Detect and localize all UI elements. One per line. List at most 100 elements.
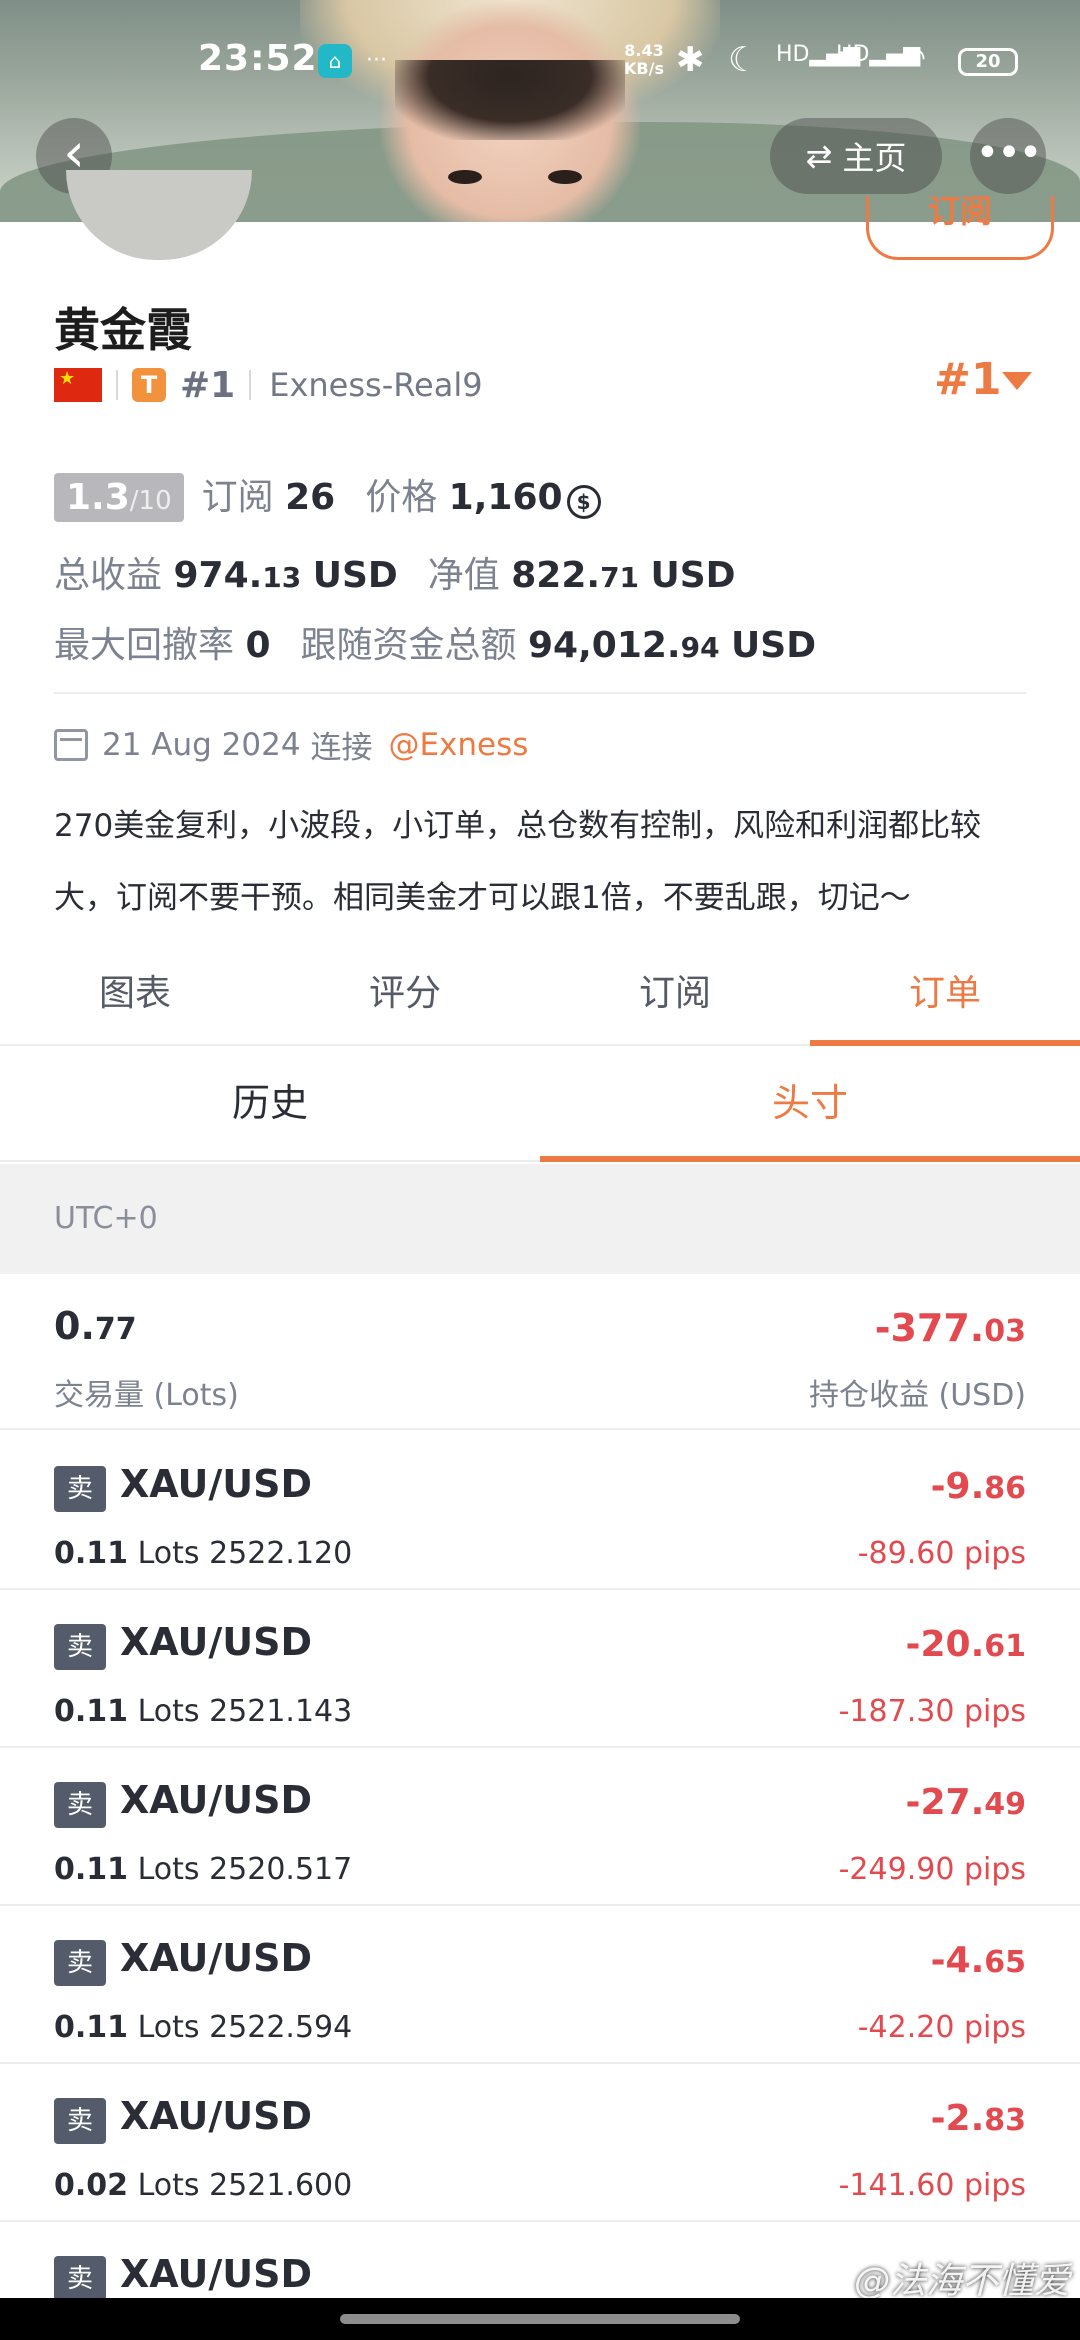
caret-down-icon[interactable]: [1002, 372, 1032, 390]
connection-info: 21 Aug 2024 连接 @Exness: [54, 722, 528, 767]
sell-badge: 卖: [54, 1624, 106, 1670]
more-options-button[interactable]: •••: [970, 118, 1046, 194]
total-lots-dec: 77: [94, 1312, 137, 1347]
follower-funds-dec: 94: [680, 631, 720, 664]
swap-icon: ⇄: [805, 137, 833, 175]
subscribe-button[interactable]: 订阅: [866, 196, 1054, 260]
order-lots: 0.11: [54, 1852, 129, 1887]
equity-int: 822.: [511, 555, 601, 596]
rank-label: #1: [180, 364, 236, 406]
total-profit-label: 总收益: [54, 555, 163, 596]
home-app-notification-icon: ⌂: [318, 44, 352, 78]
tier-badge: T: [132, 368, 166, 402]
floating-pnl: -377.03: [875, 1306, 1026, 1350]
order-lots: 0.11: [54, 1694, 129, 1729]
subtab-positions[interactable]: 头寸: [540, 1046, 1080, 1162]
tab-chart[interactable]: 图表: [0, 958, 270, 1044]
status-bar: 23:52 ⌂ ··· 8.43 KB/s ✱ ☾ HD▂▄▆ HD▂▄▆ ◠ …: [0, 0, 1080, 120]
home-gesture-handle[interactable]: [340, 2314, 740, 2324]
order-price: 2522.120: [209, 1536, 353, 1571]
home-button-label: 主页: [842, 139, 907, 177]
main-tabs: 图表 评分 订阅 订单: [0, 958, 1080, 1046]
total-lots-int: 0.: [54, 1304, 95, 1348]
trader-meta: T #1 Exness-Real9: [54, 362, 483, 408]
order-price: 2522.594: [209, 2010, 353, 2045]
order-subtabs: 历史 头寸: [0, 1046, 1080, 1162]
order-profit-dec: 86: [984, 1471, 1026, 1506]
subscriptions-count: 26: [285, 477, 336, 518]
equity-dec: 71: [600, 561, 640, 594]
total-profit-unit: USD: [312, 555, 398, 596]
equity-unit: USD: [650, 555, 736, 596]
sell-badge: 卖: [54, 1782, 106, 1828]
network-speed: 8.43 KB/s: [624, 42, 664, 78]
home-button[interactable]: ⇄ 主页: [770, 118, 942, 194]
strategy-description: 270美金复利，小波段，小订单，总仓数有控制，风险和利润都比较大，订阅不要干预。…: [54, 808, 982, 916]
calendar-icon: [54, 728, 88, 761]
order-symbol: XAU/USD: [120, 1620, 313, 1664]
subscriptions-label: 订阅: [201, 477, 274, 518]
total-profit-dec: 13: [262, 561, 302, 594]
order-lots: 0.02: [54, 2168, 129, 2203]
order-row[interactable]: 卖 XAU/USD 0.02 Lots 2521.600 -2.83 -141.…: [0, 2064, 1080, 2222]
tab-rating[interactable]: 评分: [270, 958, 540, 1044]
network-speed-unit: KB/s: [624, 59, 664, 78]
status-time: 23:52: [198, 38, 318, 79]
drawdown-row: 最大回撤率 0 跟随资金总额 94,012. 94 USD: [54, 616, 816, 668]
order-profit: -20.61: [906, 1624, 1026, 1665]
follower-funds-unit: USD: [731, 625, 817, 666]
cover-photo-eye: [548, 170, 582, 184]
wifi-icon: ◠: [900, 40, 927, 75]
order-symbol: XAU/USD: [120, 1462, 313, 1506]
more-notifications-icon: ···: [366, 48, 387, 73]
order-row[interactable]: 卖 XAU/USD 0.11 Lots 2522.120 -9.86 -89.6…: [0, 1432, 1080, 1590]
floating-pnl-label: 持仓收益 (USD): [808, 1378, 1026, 1413]
total-lots: 0.77: [54, 1304, 137, 1348]
order-detail: 0.11 Lots 2522.120: [54, 1536, 352, 1571]
order-symbol: XAU/USD: [120, 2094, 313, 2138]
order-price: 2521.600: [209, 2168, 353, 2203]
rating-row: 1.3/10 订阅 26 价格 1,160 $: [54, 468, 601, 522]
positions-summary: 0.77 交易量 (Lots) -377.03 持仓收益 (USD): [0, 1274, 1080, 1430]
order-pips: -141.60 pips: [838, 2168, 1026, 2203]
signal-hd-1-label: HD: [776, 42, 810, 67]
order-price: 2520.517: [209, 1852, 353, 1887]
server-name: Exness-Real9: [269, 366, 483, 404]
order-pips: -42.20 pips: [857, 2010, 1026, 2045]
rating-max: /10: [129, 486, 172, 516]
price-label: 价格: [365, 477, 438, 518]
sell-badge: 卖: [54, 2256, 106, 2298]
equity-label: 净值: [427, 555, 500, 596]
floating-pnl-int: -377.: [874, 1306, 985, 1350]
order-lots-unit: Lots: [137, 1694, 200, 1729]
order-row[interactable]: 卖 XAU/USD 0.11 Lots 2521.143 -20.61 -187…: [0, 1590, 1080, 1748]
profit-row: 总收益 974. 13 USD 净值 822. 71 USD: [54, 546, 736, 598]
order-row[interactable]: 卖 XAU/USD 0.11 Lots 2522.594 -4.65 -42.2…: [0, 1906, 1080, 2064]
divider: [116, 370, 118, 400]
moon-icon: ☾: [728, 40, 759, 80]
connected-label: 连接: [310, 730, 373, 766]
timezone-label: UTC+0: [0, 1164, 1080, 1274]
subscribe-button-label: 订阅: [927, 196, 992, 230]
order-pips: -249.90 pips: [838, 1852, 1026, 1887]
broker-link[interactable]: @Exness: [388, 727, 528, 763]
rating-value: 1.3: [66, 477, 130, 518]
tab-orders[interactable]: 订单: [810, 958, 1080, 1046]
order-profit-dec: 61: [984, 1629, 1026, 1664]
rank-selector[interactable]: #1: [934, 354, 1001, 405]
price-value: 1,160: [448, 477, 563, 518]
order-symbol: XAU/USD: [120, 1778, 313, 1822]
order-profit-int: -4.: [930, 1940, 985, 1981]
order-lots-unit: Lots: [137, 2168, 200, 2203]
battery-level: 20: [975, 51, 1001, 72]
network-speed-value: 8.43: [624, 41, 664, 60]
tab-subscriptions[interactable]: 订阅: [540, 958, 810, 1044]
order-symbol: XAU/USD: [120, 2252, 313, 2296]
subtab-history[interactable]: 历史: [0, 1046, 540, 1160]
battery-icon: 20: [958, 48, 1018, 76]
avatar[interactable]: [66, 170, 252, 260]
divider: [54, 692, 1026, 694]
order-profit: -4.65: [931, 1940, 1026, 1981]
order-row[interactable]: 卖 XAU/USD 0.11 Lots 2520.517 -27.49 -249…: [0, 1748, 1080, 1906]
order-pips: -89.60 pips: [857, 1536, 1026, 1571]
